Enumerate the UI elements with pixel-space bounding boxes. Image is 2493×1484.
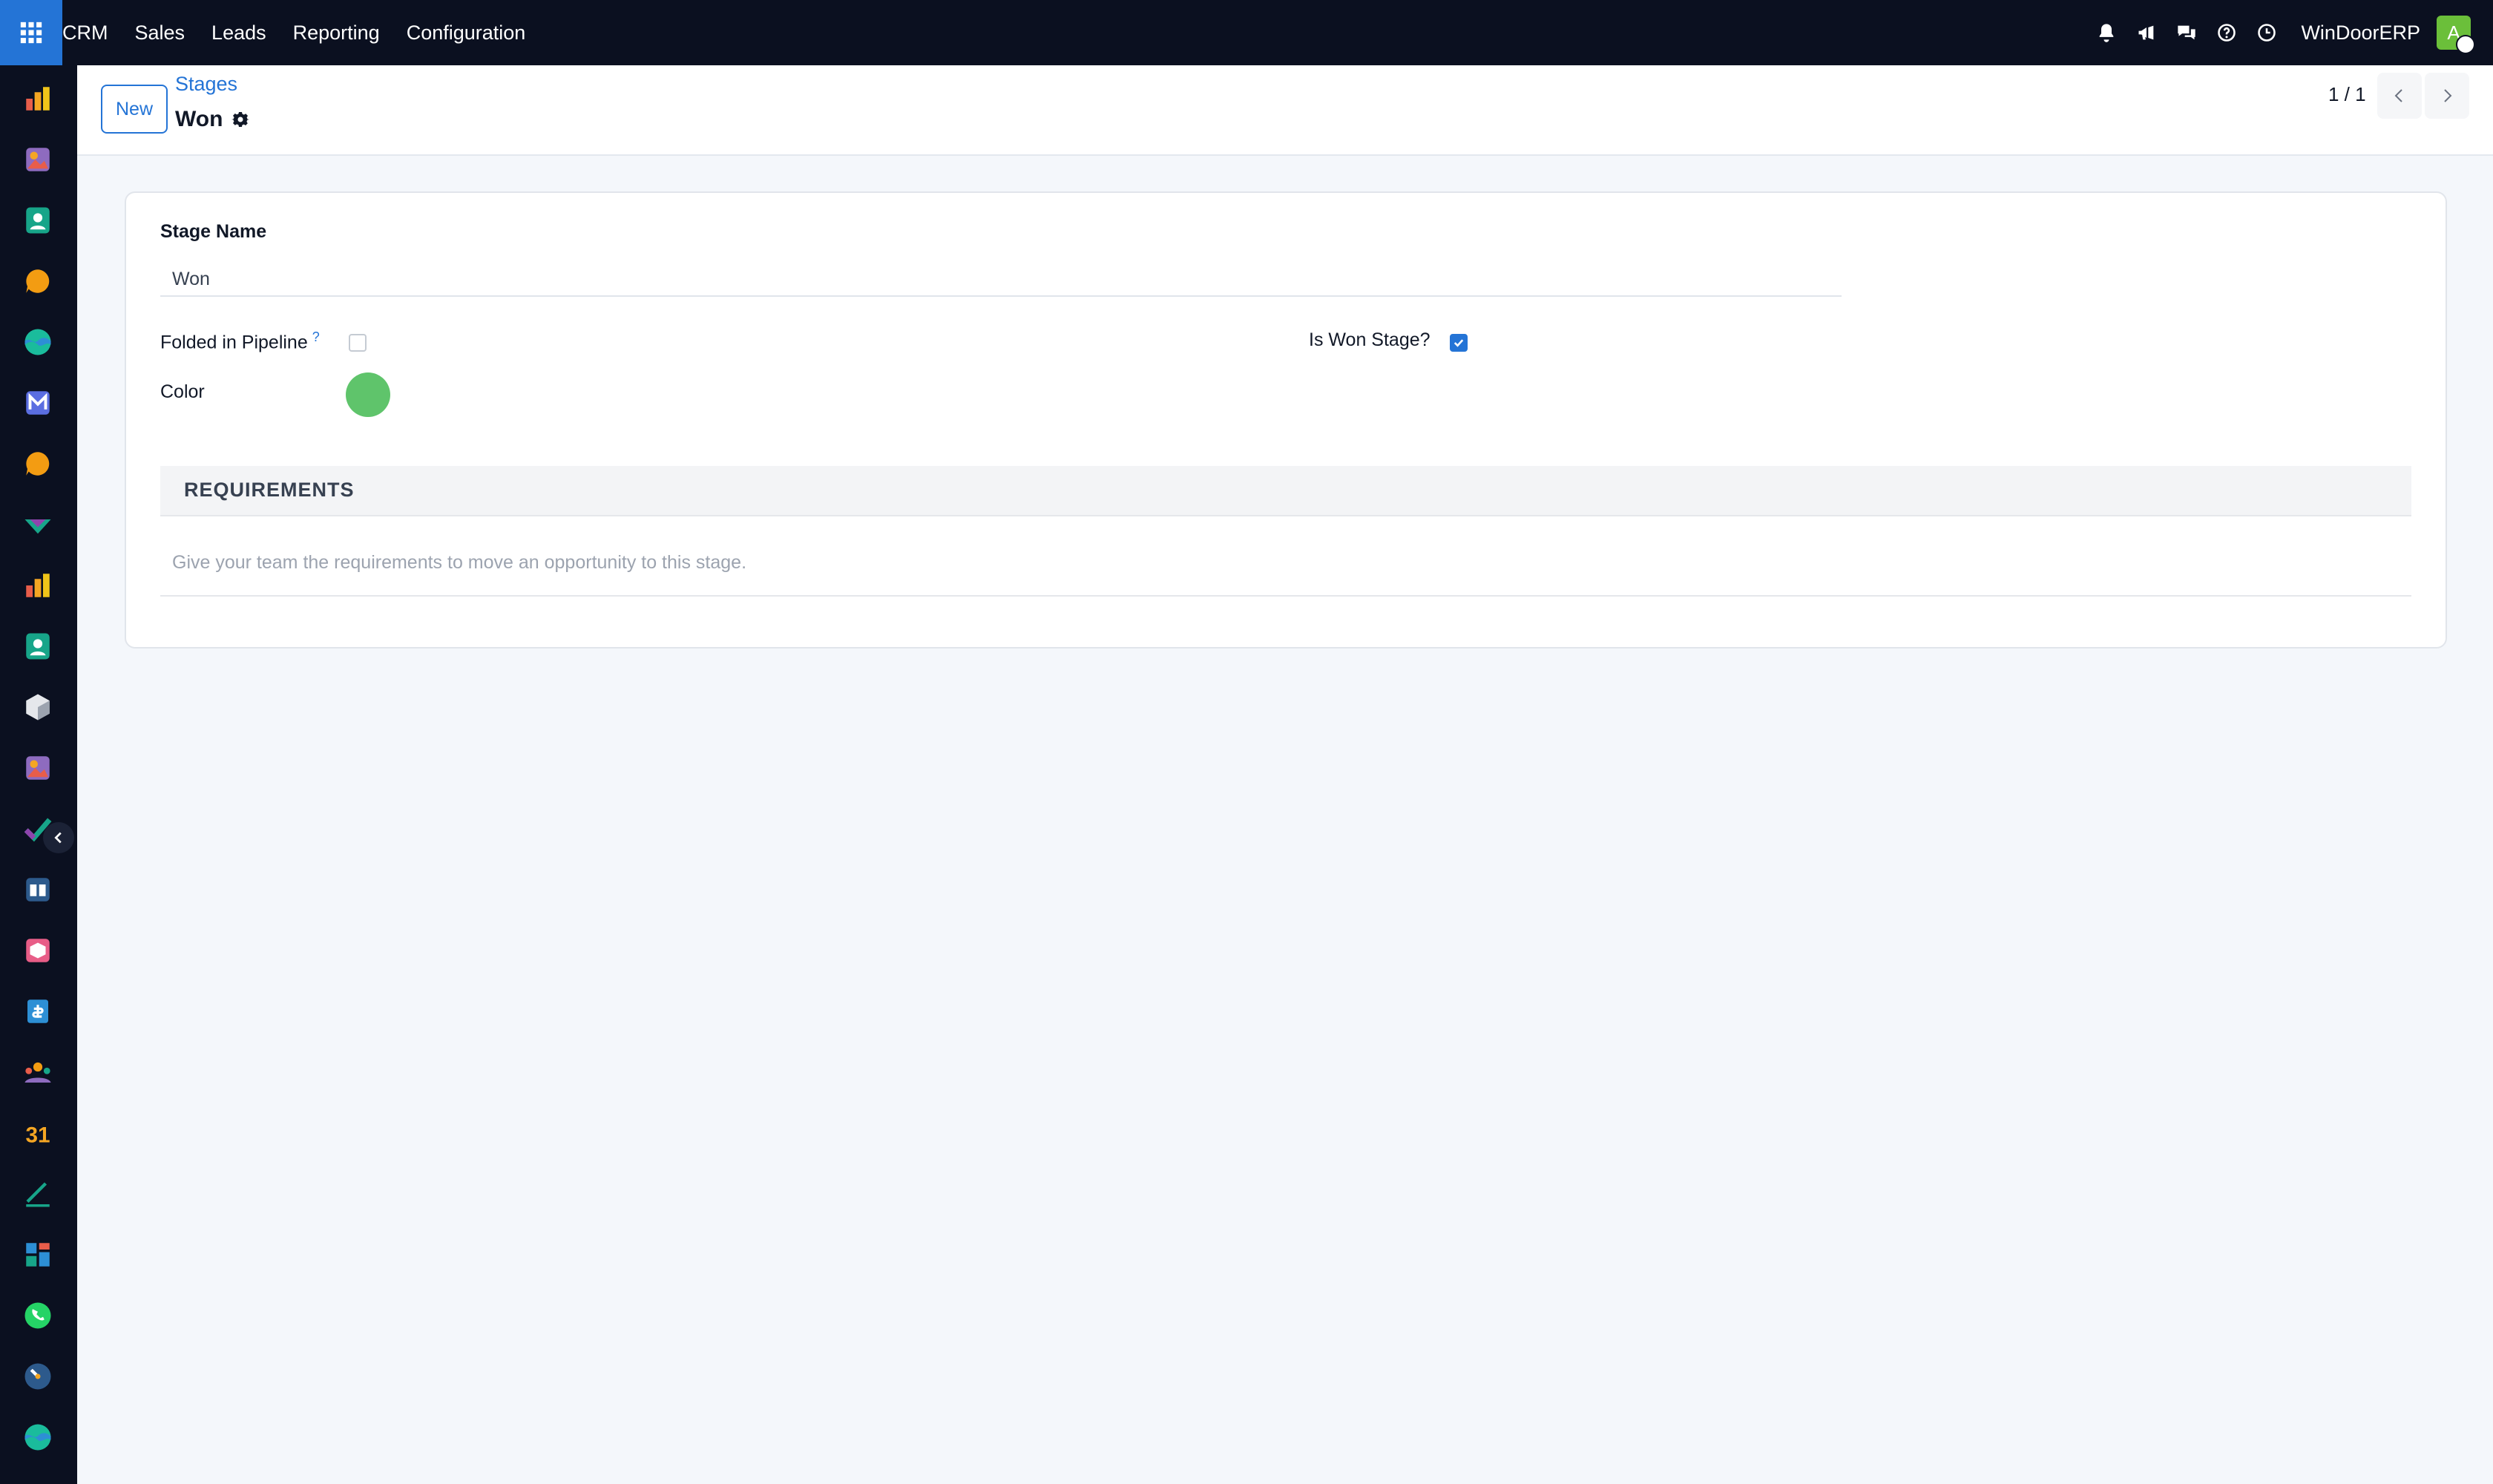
photo-app-icon[interactable] (21, 751, 55, 785)
top-navbar: CRM Sales Leads Reporting Configuration … (0, 0, 2493, 65)
chat-bubble-icon[interactable] (21, 447, 55, 481)
folded-checkbox[interactable] (349, 334, 367, 352)
color-picker-swatch[interactable] (346, 372, 390, 417)
color-label: Color (160, 381, 205, 402)
is-won-label: Is Won Stage? (1309, 329, 1431, 350)
contacts-icon[interactable] (21, 203, 55, 237)
knowledge-book-icon[interactable] (21, 873, 55, 907)
gear-icon[interactable] (231, 111, 250, 128)
calendar-icon[interactable]: 31 (21, 1116, 55, 1150)
menu-sales[interactable]: Sales (135, 22, 185, 45)
chevron-right-icon (2444, 89, 2452, 102)
stage-name-input[interactable] (160, 263, 1842, 297)
is-won-checkbox[interactable] (1450, 334, 1468, 352)
company-name[interactable]: WinDoorERP (2301, 22, 2420, 45)
record-name: Won (175, 107, 223, 131)
app-sidebar: 31 (0, 65, 77, 1484)
chevron-left-icon (54, 832, 62, 844)
page-title: Won (175, 107, 250, 132)
requirements-section-header: REQUIREMENTS (160, 466, 2411, 516)
cube-icon[interactable] (21, 690, 55, 724)
presence-indicator (2456, 35, 2475, 54)
menu-crm[interactable]: CRM (62, 22, 108, 45)
clock-icon[interactable] (2250, 0, 2283, 65)
whatsapp-icon[interactable] (21, 1298, 55, 1333)
clock-app-icon[interactable] (21, 1359, 55, 1393)
invoice-icon[interactable] (21, 994, 55, 1028)
sidebar-collapse-button[interactable] (43, 822, 74, 853)
folded-label: Folded in Pipeline? (160, 329, 320, 353)
bar-chart-icon[interactable] (21, 568, 55, 603)
menu-reporting[interactable]: Reporting (293, 22, 380, 45)
team-icon[interactable] (21, 1055, 55, 1089)
control-panel: New Stages Won 1 / 1 (77, 65, 2493, 156)
pager-previous-button[interactable] (2377, 73, 2422, 119)
discuss-icon[interactable] (2170, 0, 2203, 65)
requirements-placeholder: Give your team the requirements to move … (172, 552, 747, 573)
menu-leads[interactable]: Leads (211, 22, 266, 45)
package-icon[interactable] (21, 933, 55, 968)
chevron-left-icon (2394, 89, 2402, 102)
photo-app-icon[interactable] (21, 142, 55, 177)
pager-value[interactable]: 1 / 1 (2328, 83, 2366, 106)
wave-app-icon[interactable] (21, 1420, 55, 1454)
breadcrumb-stages[interactable]: Stages (175, 73, 237, 96)
sign-pen-icon[interactable] (21, 1177, 55, 1211)
bar-chart-icon[interactable] (21, 82, 55, 116)
pager-next-button[interactable] (2425, 73, 2469, 119)
wave-app-icon[interactable] (21, 325, 55, 359)
menu-configuration[interactable]: Configuration (407, 22, 526, 45)
dashboard-icon[interactable] (21, 1238, 55, 1272)
main-menu: CRM Sales Leads Reporting Configuration (62, 0, 552, 65)
notification-bell-icon[interactable] (2090, 0, 2123, 65)
help-icon[interactable] (2210, 0, 2243, 65)
new-button[interactable]: New (101, 85, 168, 134)
check-mark-app-icon[interactable] (21, 508, 55, 542)
form-sheet: Stage Name Folded in Pipeline? Is Won St… (125, 191, 2447, 649)
folded-help-tooltip[interactable]: ? (312, 329, 320, 344)
stage-name-label: Stage Name (160, 221, 267, 242)
requirements-title: REQUIREMENTS (184, 479, 355, 501)
grid-icon (20, 22, 42, 44)
mail-marketing-icon[interactable] (21, 386, 55, 420)
chat-bubble-icon[interactable] (21, 264, 55, 298)
user-avatar[interactable]: A (2437, 16, 2475, 54)
contacts-icon[interactable] (21, 629, 55, 663)
check-icon (1454, 339, 1464, 347)
apps-menu-button[interactable] (0, 0, 62, 65)
requirements-editor[interactable]: Give your team the requirements to move … (160, 527, 2411, 597)
megaphone-icon[interactable] (2130, 0, 2163, 65)
systray: WinDoorERP A (2090, 0, 2493, 65)
folded-label-text: Folded in Pipeline (160, 332, 308, 353)
svg-text:31: 31 (25, 1123, 50, 1147)
